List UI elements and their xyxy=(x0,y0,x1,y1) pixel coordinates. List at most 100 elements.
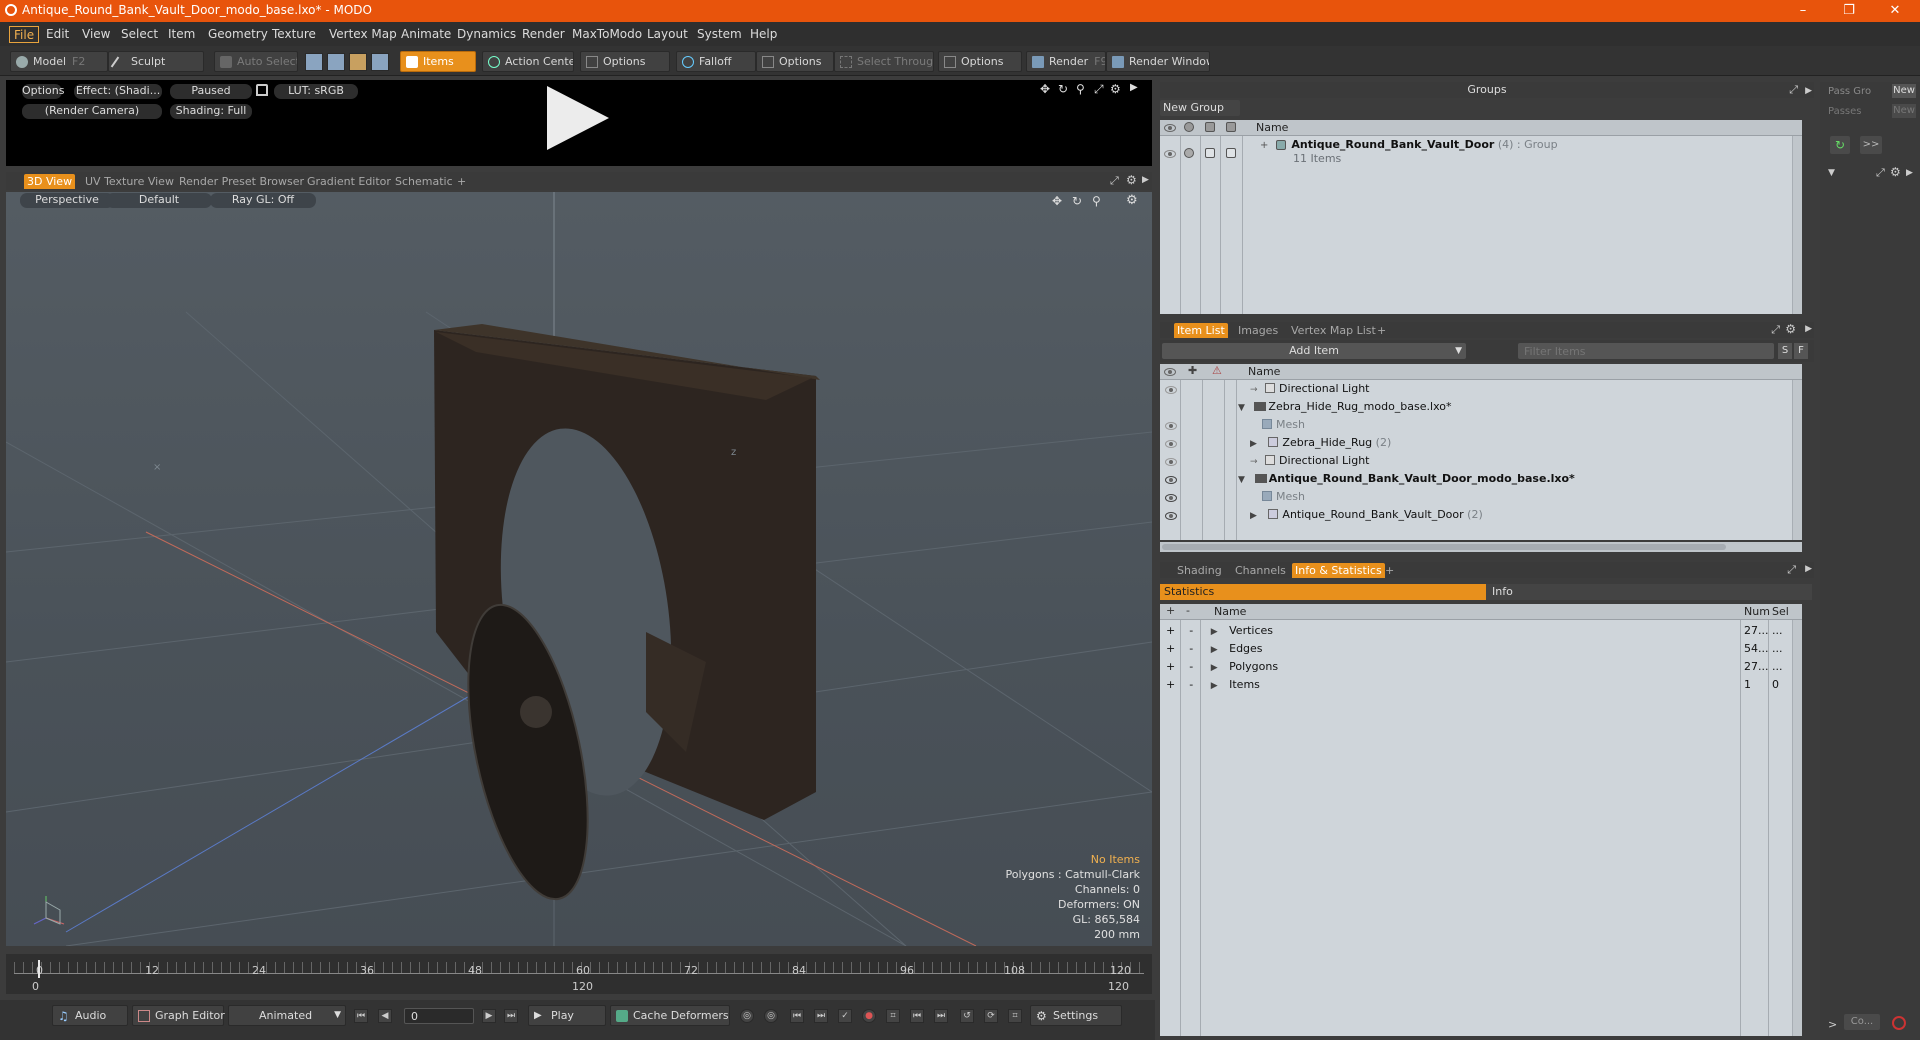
audio-button[interactable]: ♫ Audio xyxy=(52,1005,128,1026)
go-to-end-icon[interactable]: ⏭ xyxy=(504,1009,518,1023)
gear-icon[interactable]: ⚙ xyxy=(1890,165,1901,179)
add-item-button[interactable]: Add Item ▼ xyxy=(1162,343,1466,359)
group-render-icon[interactable] xyxy=(1184,148,1194,158)
group-lock-icon[interactable] xyxy=(1205,148,1215,158)
effect-dropdown[interactable]: Effect: (Shadi... xyxy=(74,84,162,99)
list-item[interactable]: → Directional Light xyxy=(1250,452,1370,470)
menu-maxtomodo[interactable]: MaxToModo xyxy=(568,26,646,43)
item-visibility-icon[interactable] xyxy=(1165,386,1177,394)
menu-render[interactable]: Render xyxy=(518,26,569,43)
collapse-minus-icon[interactable]: - xyxy=(1189,678,1193,691)
lock-icon[interactable] xyxy=(256,84,268,96)
expand-arrows-button[interactable]: >> xyxy=(1860,136,1882,154)
step-back-icon[interactable]: ◀ xyxy=(378,1009,392,1023)
chevron-right-icon[interactable]: > xyxy=(1828,1018,1837,1031)
s-button[interactable]: S xyxy=(1778,343,1792,359)
render-window-button[interactable]: Render Window xyxy=(1106,51,1210,72)
arrow-right-icon[interactable]: ▶ xyxy=(1805,83,1812,99)
item-visibility-icon[interactable] xyxy=(1165,476,1177,484)
expand-icon[interactable]: ⤢ xyxy=(1110,174,1119,188)
group-select-icon[interactable] xyxy=(1226,148,1236,158)
menu-vertex-map[interactable]: Vertex Map xyxy=(325,26,401,43)
collapse-minus-icon[interactable]: - xyxy=(1189,660,1193,673)
prev-key-icon[interactable]: ⏮ xyxy=(790,1009,804,1023)
lut-dropdown[interactable]: LUT: sRGB xyxy=(274,84,358,99)
material-select-icon[interactable] xyxy=(371,53,389,71)
new-pass-group-button[interactable]: New xyxy=(1892,84,1916,98)
menu-edit[interactable]: Edit xyxy=(42,26,73,43)
list-item[interactable]: ▼ Antique_Round_Bank_Vault_Door_modo_bas… xyxy=(1238,470,1575,488)
filter-items-input[interactable] xyxy=(1518,343,1768,359)
tab-shading[interactable]: Shading xyxy=(1174,563,1225,578)
stats-row[interactable]: + - ▶ Edges 54... ... xyxy=(1166,640,1792,658)
refresh-icon[interactable]: ↻ xyxy=(1830,136,1850,154)
key-icon[interactable]: ◎ xyxy=(740,1009,754,1023)
action-center-options-button[interactable]: Options xyxy=(580,51,670,72)
3d-viewport[interactable]: Perspective Default Ray GL: Off ✥ ↻ ⚲ ⚙ … xyxy=(6,192,1152,946)
menu-dynamics[interactable]: Dynamics xyxy=(453,26,520,43)
groups-scrollbar[interactable] xyxy=(1792,136,1802,314)
move-icon[interactable]: ✥ xyxy=(1040,82,1050,96)
gear-icon[interactable]: ⚙ xyxy=(1785,322,1796,336)
record-icon[interactable]: ● xyxy=(862,1009,876,1023)
cache-deformers-button[interactable]: Cache Deformers xyxy=(610,1005,730,1026)
menu-select[interactable]: Select xyxy=(117,26,162,43)
vertex-select-icon[interactable] xyxy=(305,53,323,71)
list-item[interactable]: → Directional Light xyxy=(1250,380,1370,398)
item-list[interactable]: ✚ ⚠ Name → Directional Light ▼ Zebra_Hid… xyxy=(1160,364,1802,540)
item-visibility-icon[interactable] xyxy=(1165,494,1177,502)
rotate-icon[interactable]: ↻ xyxy=(1058,82,1068,96)
stats-row[interactable]: + - ▶ Polygons 27... ... xyxy=(1166,658,1792,676)
add-tab-button[interactable]: + xyxy=(454,174,469,189)
list-item[interactable]: ▶ Zebra_Hide_Rug (2) xyxy=(1250,434,1391,452)
expand-plus-icon[interactable]: + xyxy=(1166,678,1175,691)
menu-layout[interactable]: Layout xyxy=(643,26,692,43)
item-visibility-icon[interactable] xyxy=(1165,458,1177,466)
tab-channels[interactable]: Channels xyxy=(1232,563,1289,578)
tab-3d-view[interactable]: 3D View xyxy=(24,174,76,189)
select-through-options-button[interactable]: Options xyxy=(938,51,1022,72)
menu-geometry[interactable]: Geometry xyxy=(204,26,272,43)
play-preview-icon[interactable] xyxy=(547,86,609,150)
expand-plus-icon[interactable]: + xyxy=(1260,140,1268,151)
co-button[interactable]: Co... xyxy=(1844,1014,1880,1030)
minimize-button[interactable]: – xyxy=(1780,0,1826,22)
stats-scrollbar[interactable] xyxy=(1792,620,1802,1036)
menu-help[interactable]: Help xyxy=(746,26,781,43)
expand-icon[interactable]: ⤢ xyxy=(1771,323,1780,337)
groups-list[interactable]: Name + Antique_Round_Bank_Vault_Door (4)… xyxy=(1160,120,1802,314)
expand-plus-icon[interactable]: + xyxy=(1166,624,1175,637)
expand-triangle-icon[interactable]: ▶ xyxy=(1250,511,1257,521)
playhead[interactable] xyxy=(38,960,40,978)
hscroll-thumb[interactable] xyxy=(1162,544,1726,550)
record-icon[interactable] xyxy=(1892,1016,1906,1030)
go-to-start-icon[interactable]: ⏮ xyxy=(354,1009,368,1023)
arrow-right-icon[interactable]: ▶ xyxy=(1805,324,1812,334)
timeline[interactable]: 0 12 24 36 48 60 72 84 96 108 120 0 120 … xyxy=(6,954,1152,994)
list-item[interactable]: Mesh xyxy=(1262,488,1305,506)
tab-uv-texture-view[interactable]: UV Texture View xyxy=(82,174,177,189)
gear-icon[interactable]: ⚙ xyxy=(1126,173,1137,187)
item-visibility-icon[interactable] xyxy=(1165,512,1177,520)
next-key-icon[interactable]: ⏭ xyxy=(814,1009,828,1023)
tab-render-preset-browser[interactable]: Render Preset Browser xyxy=(176,174,307,189)
shading-dropdown[interactable]: Shading: Full xyxy=(170,104,252,119)
list-item[interactable]: ▼ Zebra_Hide_Rug_modo_base.lxo* xyxy=(1238,398,1452,416)
animated-dropdown[interactable]: Animated ▼ xyxy=(228,1005,346,1026)
collapse-triangle-icon[interactable]: ▼ xyxy=(1238,475,1245,485)
menu-texture[interactable]: Texture xyxy=(268,26,320,43)
collapse-minus-icon[interactable]: - xyxy=(1189,624,1193,637)
prev-frame-icon[interactable]: ⏮ xyxy=(910,1009,924,1023)
expand-icon[interactable]: ⤢ xyxy=(1787,563,1796,577)
expand-triangle-icon[interactable]: ▶ xyxy=(1211,645,1218,655)
item-visibility-icon[interactable] xyxy=(1165,422,1177,430)
sync-icon[interactable]: ⟳ xyxy=(984,1009,998,1023)
tab-vertex-map-list[interactable]: Vertex Map List xyxy=(1288,323,1379,338)
chevron-down-icon[interactable]: ▼ xyxy=(1828,168,1835,178)
new-pass-button[interactable]: New xyxy=(1892,104,1916,118)
key-check-icon[interactable]: ✓ xyxy=(838,1009,852,1023)
polygon-select-icon[interactable] xyxy=(349,53,367,71)
items-mode-button[interactable]: Items xyxy=(400,51,476,72)
graph-editor-button[interactable]: Graph Editor xyxy=(132,1005,225,1026)
loop-icon[interactable]: ↺ xyxy=(960,1009,974,1023)
